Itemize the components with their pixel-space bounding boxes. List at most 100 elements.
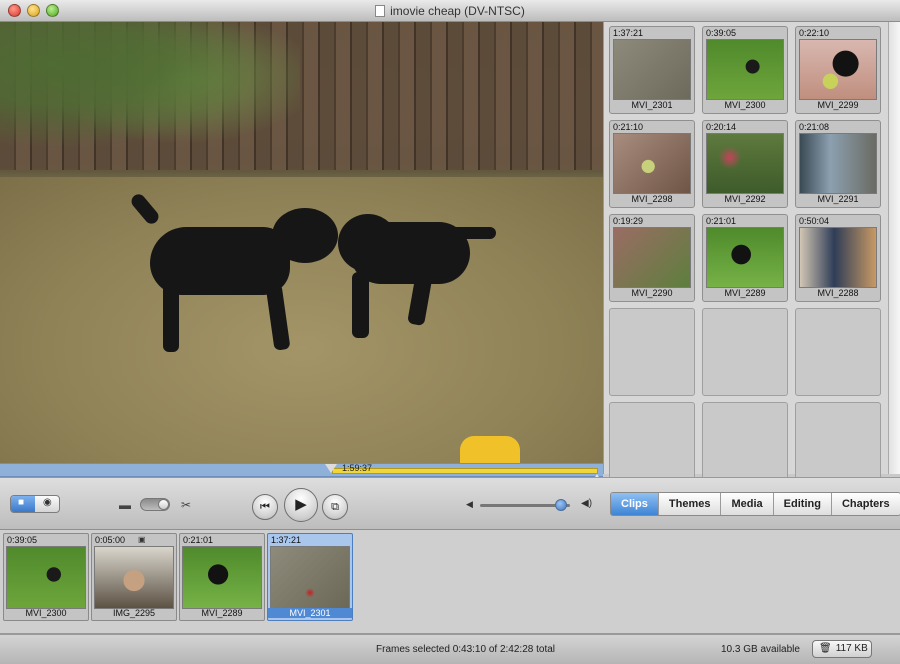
empty-clip-slot[interactable] [795, 308, 881, 396]
empty-clip-slot[interactable] [609, 308, 695, 396]
clip-name: MVI_2292 [724, 194, 766, 204]
video-viewer[interactable] [0, 22, 603, 463]
clip-tile[interactable]: 0:39:05 MVI_2300 [702, 26, 788, 114]
clips-scrollbar[interactable] [888, 22, 900, 474]
clip-thumbnail [799, 227, 877, 288]
dog-right-leg [352, 272, 369, 338]
clip-thumbnail [799, 39, 877, 100]
clip-name: MVI_2301 [631, 100, 673, 110]
clip-name: MVI_2291 [817, 194, 859, 204]
disk-space-text: 10.3 GB available [721, 644, 800, 655]
timeline-clip-thumbnail [270, 546, 350, 609]
trash-icon: 🗑 [819, 643, 832, 654]
trash-button[interactable]: 🗑 117 KB [812, 640, 872, 658]
timeline-clip-name: MVI_2289 [201, 608, 243, 618]
panel-tabs: Clips Themes Media Editing Chapters [610, 492, 900, 516]
fullscreen-play-button[interactable]: ⧉ [322, 494, 348, 520]
camera-edit-toggle[interactable] [140, 498, 170, 511]
window-title-area: imovie cheap (DV-NTSC) [0, 4, 900, 18]
volume-high-icon: ◀) [581, 498, 593, 509]
clip-tile[interactable]: 0:22:10 MVI_2299 [795, 26, 881, 114]
clip-thumbnail [706, 227, 784, 288]
volume-slider-knob[interactable] [555, 499, 567, 511]
clip-duration: 0:21:08 [799, 122, 830, 132]
clip-duration: 0:22:10 [799, 28, 830, 38]
clip-timeline[interactable]: 0:39:05 MVI_2300 0:05:00 ▣ IMG_2295 0:21:01 MV… [0, 530, 900, 634]
tab-editing[interactable]: Editing [773, 493, 832, 515]
clip-duration: 1:37:21 [613, 28, 644, 38]
clip-thumbnail [799, 133, 877, 194]
clip-tile[interactable]: 0:21:08 MVI_2291 [795, 120, 881, 208]
clip-duration: 0:50:04 [799, 216, 830, 226]
window-title: imovie cheap (DV-NTSC) [390, 4, 525, 18]
trash-size: 117 KB [835, 643, 868, 654]
title-bar: imovie cheap (DV-NTSC) [0, 0, 900, 22]
clip-name: MVI_2290 [631, 288, 673, 298]
timeline-clip[interactable]: 0:39:05 MVI_2300 [3, 533, 89, 621]
scissors-icon[interactable]: ✂ [181, 498, 191, 512]
camera-icon: ▣ [138, 535, 146, 544]
play-button[interactable]: ▶ [284, 488, 318, 522]
dog-right-head [338, 214, 398, 272]
mode-switch[interactable]: ■ ◉ [10, 495, 60, 513]
clip-duration: 0:21:01 [706, 216, 737, 226]
dog-left-leg [163, 282, 179, 352]
timeline-clip-duration: 0:21:01 [183, 535, 214, 545]
clip-name: MVI_2300 [724, 100, 766, 110]
timeline-clip-name: MVI_2301 [268, 608, 352, 618]
frames-selected-text: Frames selected 0:43:10 of 2:42:28 total [376, 644, 555, 655]
clip-name: MVI_2289 [724, 288, 766, 298]
timeline-clip[interactable]: 0:21:01 MVI_2289 [179, 533, 265, 621]
clip-name: MVI_2298 [631, 194, 673, 204]
yellow-toy [460, 436, 520, 463]
control-bar: ■ ◉ ▬ ✂ ⏮ ▶ ⧉ ◀ ◀) Clips Themes Media Editi… [0, 477, 900, 530]
tab-chapters[interactable]: Chapters [831, 493, 900, 515]
clip-tile[interactable]: 0:20:14 MVI_2292 [702, 120, 788, 208]
tab-media[interactable]: Media [721, 493, 774, 515]
clip-tile[interactable]: 0:19:29 MVI_2290 [609, 214, 695, 302]
clip-duration: 0:20:14 [706, 122, 737, 132]
timeline-clip-duration: 0:05:00 [95, 535, 126, 545]
clip-tile[interactable]: 0:21:01 MVI_2289 [702, 214, 788, 302]
clip-tile[interactable]: 0:21:10 MVI_2298 [609, 120, 695, 208]
clip-tile[interactable]: 1:37:21 MVI_2301 [609, 26, 695, 114]
timeline-clip-thumbnail [6, 546, 86, 609]
timeline-clip-name: MVI_2300 [25, 608, 67, 618]
empty-clip-slot[interactable] [702, 308, 788, 396]
document-icon [375, 5, 386, 17]
timeline-clip-thumbnail [182, 546, 262, 609]
timeline-clip-duration: 0:39:05 [7, 535, 38, 545]
timeline-clip-duration: 1:37:21 [271, 535, 302, 545]
camera-mode-icon: ■ [18, 497, 25, 508]
edit-mode-icon: ◉ [43, 497, 52, 508]
clips-panel: 1:37:21 MVI_2301 0:39:05 MVI_2300 0:22:10 MVI… [603, 22, 888, 490]
clip-thumbnail [613, 39, 691, 100]
clip-duration: 0:19:29 [613, 216, 644, 226]
clip-duration: 0:39:05 [706, 28, 737, 38]
tab-themes[interactable]: Themes [658, 493, 722, 515]
clip-name: MVI_2288 [817, 288, 859, 298]
timeline-clip-thumbnail [94, 546, 174, 609]
clip-thumbnail [706, 39, 784, 100]
clip-thumbnail [613, 227, 691, 288]
clip-tile[interactable]: 0:50:04 MVI_2288 [795, 214, 881, 302]
clip-name: MVI_2299 [817, 100, 859, 110]
edit-mode-button[interactable]: ◉ [36, 496, 60, 512]
camera-mode-button[interactable]: ■ [11, 496, 35, 512]
toggle-knob[interactable] [158, 499, 169, 510]
status-bar: Frames selected 0:43:10 of 2:42:28 total… [0, 634, 900, 664]
tab-clips[interactable]: Clips [611, 493, 659, 515]
scrubber-bar[interactable]: 1:59:37 [0, 463, 603, 482]
clip-thumbnail [613, 133, 691, 194]
timeline-clip[interactable]: 0:05:00 ▣ IMG_2295 [91, 533, 177, 621]
camera-icon: ▬ [119, 498, 131, 512]
timeline-clip-name: IMG_2295 [112, 608, 156, 618]
timeline-clip[interactable]: 1:37:21 MVI_2301 [267, 533, 353, 621]
dog-left-head [272, 208, 338, 263]
playhead-handle[interactable] [325, 464, 337, 473]
rewind-button[interactable]: ⏮ [252, 494, 278, 520]
clip-duration: 0:21:10 [613, 122, 644, 132]
playhead-time: 1:59:37 [342, 463, 373, 473]
volume-low-icon: ◀ [466, 499, 473, 509]
tree-foliage [0, 22, 300, 162]
